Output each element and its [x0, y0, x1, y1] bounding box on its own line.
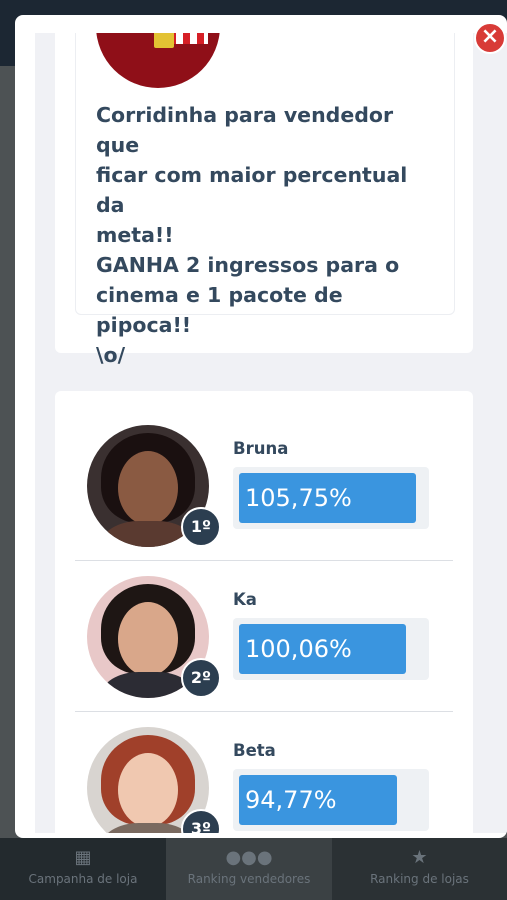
seller-name: Ka — [233, 590, 257, 609]
campaign-modal: Corridinha para vendedor que ficar com m… — [15, 15, 507, 838]
avatar-face — [118, 602, 178, 676]
divider — [75, 560, 453, 561]
trophy-icon: ★ — [411, 847, 428, 868]
ranking-row: 1º Bruna 105,75% — [75, 411, 453, 561]
close-button[interactable]: × — [474, 22, 506, 54]
avatar-face — [118, 753, 178, 827]
ranking-card: 1º Bruna 105,75% 2º Ka 100,06% 3º Beta 9… — [55, 391, 473, 833]
seller-name: Beta — [233, 741, 276, 760]
progress-track: 100,06% — [233, 618, 429, 680]
building-icon: ▦ — [74, 847, 92, 868]
campaign-description-box: Corridinha para vendedor que ficar com m… — [75, 33, 455, 367]
ticket-image — [154, 33, 174, 48]
users-icon: ●●● — [225, 847, 273, 868]
nav-ranking-vendedores[interactable]: ●●● Ranking vendedores — [166, 838, 332, 900]
bottom-navigation: ▦ Campanha de loja ●●● Ranking vendedore… — [0, 838, 507, 900]
progress-bar: 100,06% — [239, 624, 406, 674]
nav-label: Campanha de loja — [28, 872, 138, 886]
campaign-description: Corridinha para vendedor que ficar com m… — [96, 103, 408, 367]
close-icon: × — [480, 24, 500, 49]
position-badge: 1º — [181, 507, 221, 547]
modal-scroll-area[interactable]: Corridinha para vendedor que ficar com m… — [35, 33, 507, 833]
progress-track: 105,75% — [233, 467, 429, 529]
campaign-image — [96, 33, 220, 88]
ranking-row: 3º Beta 94,77% — [75, 713, 453, 833]
avatar-face — [118, 451, 178, 525]
progress-bar: 105,75% — [239, 473, 416, 523]
position-badge: 2º — [181, 658, 221, 698]
seller-name: Bruna — [233, 439, 289, 458]
nav-ranking-de-lojas[interactable]: ★ Ranking de lojas — [332, 838, 507, 900]
progress-track: 94,77% — [233, 769, 429, 831]
divider — [75, 711, 453, 712]
nav-campanha-de-loja[interactable]: ▦ Campanha de loja — [0, 838, 166, 900]
ranking-row: 2º Ka 100,06% — [75, 562, 453, 712]
nav-label: Ranking de lojas — [370, 872, 469, 886]
campaign-info-card: Corridinha para vendedor que ficar com m… — [55, 33, 473, 367]
progress-bar: 94,77% — [239, 775, 397, 825]
nav-label: Ranking vendedores — [187, 872, 311, 886]
